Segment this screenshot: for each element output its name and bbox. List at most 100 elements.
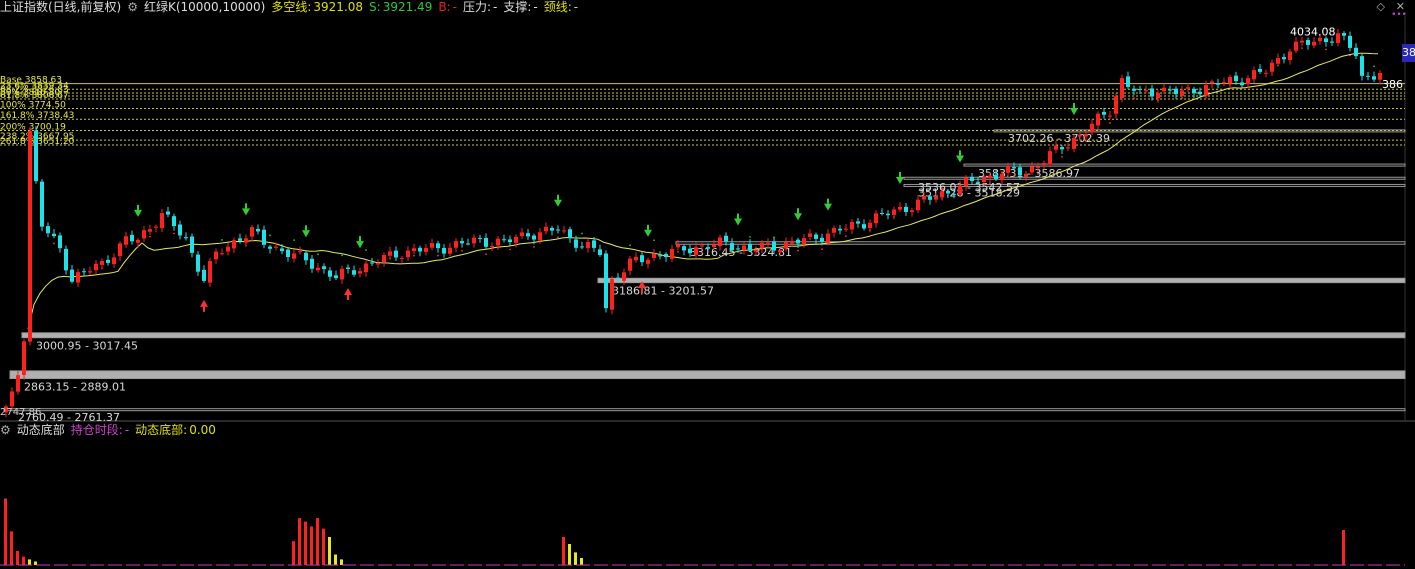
candle-body	[1126, 76, 1130, 87]
trend-dot	[845, 235, 847, 238]
support-label: 支撑:	[503, 0, 532, 14]
level-box-label: 3316.45 - 3324.81	[690, 246, 792, 259]
candle-body	[478, 237, 482, 239]
main-chart[interactable]: 3000.95 - 3017.452863.15 - 2889.012760.4…	[0, 0, 1415, 569]
candle-body	[202, 269, 206, 281]
candle-body	[508, 239, 512, 243]
candle-body	[1060, 147, 1064, 150]
candle-body	[1240, 82, 1244, 86]
candle-body	[382, 254, 386, 263]
candle-body	[418, 247, 422, 252]
candle-body	[730, 243, 734, 251]
bottom-label: 动态底部:	[135, 423, 188, 437]
candle-body	[1030, 166, 1034, 173]
candle-body	[700, 245, 704, 247]
candle-body	[256, 228, 260, 232]
trend-dot	[485, 253, 487, 256]
candle-body	[310, 258, 314, 269]
candle-body	[1234, 75, 1238, 82]
b-label: B:	[438, 0, 451, 14]
volume-bar	[22, 556, 25, 565]
candle-body	[442, 247, 446, 254]
candle-body	[124, 236, 128, 245]
sub-indicator-name[interactable]: 动态底部	[17, 423, 65, 437]
candle-body	[346, 267, 350, 270]
trend-dot	[989, 182, 991, 185]
candle-body	[1264, 72, 1268, 74]
candle-body	[436, 243, 440, 249]
candle-body	[490, 245, 494, 248]
candle-body	[1024, 173, 1028, 177]
candle-body	[334, 275, 338, 279]
candle-body	[1372, 76, 1376, 80]
candle-body	[1138, 89, 1142, 91]
low-label: 2747.86	[0, 407, 41, 418]
candle-body	[76, 272, 80, 283]
trend-dot	[1373, 65, 1375, 68]
peak-label: 4034.08	[1290, 26, 1336, 39]
candle-body	[814, 234, 818, 239]
b-value: -	[452, 0, 457, 14]
indicator-title[interactable]: 上证指数(日线,前复权)	[0, 0, 121, 14]
candle-body	[1108, 115, 1112, 117]
candle-body	[118, 243, 122, 257]
gear-icon[interactable]: ⚙	[127, 0, 138, 14]
candle-body	[304, 252, 308, 261]
candle-body	[1114, 96, 1118, 114]
candle-body	[154, 226, 158, 228]
pressure-value: -	[493, 0, 498, 14]
candle-body	[1048, 151, 1052, 165]
level-box	[9, 370, 1406, 380]
candle-body	[664, 254, 668, 258]
trend-dot	[437, 254, 439, 257]
candle-body	[1042, 163, 1046, 166]
more-icon[interactable]: •••	[1391, 10, 1407, 20]
candle-body	[1054, 145, 1058, 150]
candle-body	[922, 196, 926, 200]
level-box-label: 2863.15 - 2889.01	[24, 381, 126, 394]
candle-body	[286, 249, 290, 258]
s-value: 3921.49	[382, 0, 433, 14]
candle-body	[826, 233, 830, 243]
trend-dot	[509, 248, 511, 251]
candle-body	[1168, 89, 1172, 91]
candle-body	[100, 260, 104, 265]
trend-dot	[749, 235, 751, 238]
candle-body	[694, 247, 698, 256]
candle-body	[574, 239, 578, 248]
trend-dot	[365, 249, 367, 252]
candle-body	[16, 375, 20, 392]
candle-body	[388, 251, 392, 256]
right-price-label: 386	[1382, 78, 1403, 91]
volume-bar	[1342, 530, 1345, 565]
chevron-up-icon[interactable]: ◇	[1377, 0, 1385, 13]
trend-dot	[1325, 48, 1327, 51]
hongluk-label[interactable]: 红绿K(10000,10000)	[144, 0, 265, 14]
volume-bar	[580, 558, 583, 565]
candle-body	[1228, 77, 1232, 84]
candle-body	[712, 244, 716, 247]
volume-bar	[316, 518, 319, 565]
candle-body	[178, 224, 182, 236]
volume-bar	[292, 541, 295, 565]
candle-body	[928, 196, 932, 200]
hold-value: -	[124, 423, 130, 437]
candle-body	[718, 237, 722, 247]
candle-body	[724, 235, 728, 242]
trend-dot	[533, 246, 535, 248]
trend-dot	[797, 249, 799, 252]
candle-body	[238, 238, 242, 241]
candle-body	[34, 130, 38, 182]
candle-body	[136, 239, 140, 243]
candle-body	[1294, 41, 1298, 51]
candle-body	[784, 242, 788, 249]
candle-body	[1018, 167, 1022, 176]
trend-dot	[557, 236, 559, 239]
candle-body	[244, 238, 248, 243]
candle-body	[46, 226, 50, 234]
gear-icon[interactable]: ⚙	[0, 423, 11, 437]
candle-body	[412, 248, 416, 252]
candle-body	[496, 238, 500, 246]
candle-body	[226, 246, 230, 252]
trend-dot	[1133, 97, 1135, 100]
